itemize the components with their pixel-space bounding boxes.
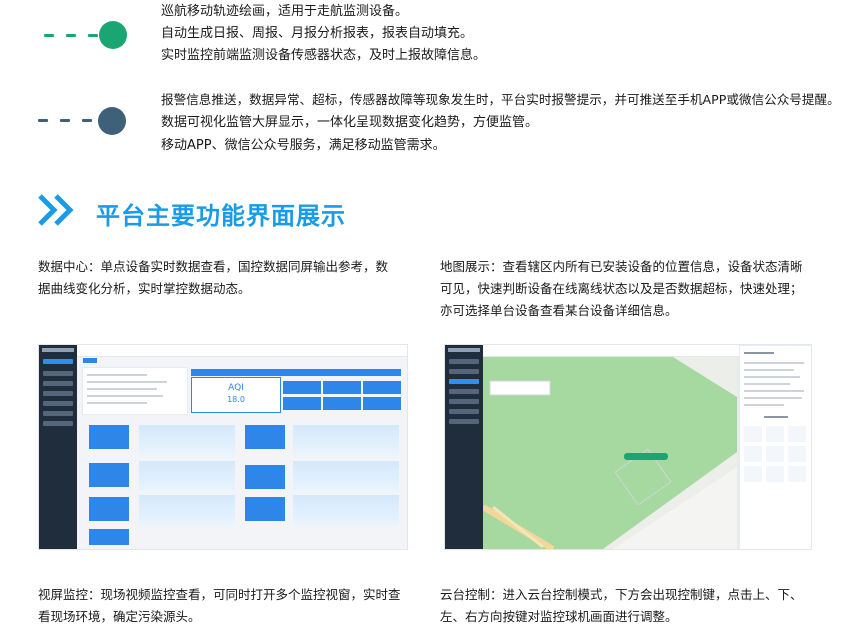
section-title: 平台主要功能界面展示 (96, 202, 346, 230)
metric-tile (245, 497, 285, 521)
green-dot-icon (99, 21, 127, 49)
aqi-value: 18.0 (227, 395, 245, 404)
pollutant-tile (323, 381, 361, 394)
desc-line: 云台控制：进入云台控制模式，下方会出现控制键，点击上、下、 (440, 587, 803, 602)
trend-chart (293, 425, 399, 455)
pollutant-tile (363, 381, 401, 394)
dash-decoration (88, 34, 98, 37)
trend-chart (139, 495, 235, 525)
map-screenshot (444, 344, 812, 550)
dash-decoration (82, 119, 92, 122)
desc-line: 视屏监控：现场视频监控查看，可同时打开多个监控视窗，实时查 (38, 587, 401, 602)
device-detail-panel (739, 345, 811, 549)
desc-line: 亦可选择单台设备查看某台设备详细信息。 (440, 303, 678, 318)
dash-decoration (44, 34, 54, 37)
double-chevron-right-icon (38, 194, 74, 226)
metric-tile (245, 425, 285, 449)
pollutant-tile (283, 397, 321, 410)
ptz-control-description: 云台控制：进入云台控制模式，下方会出现控制键，点击上、下、 左、右方向按键对监控… (440, 584, 840, 628)
dash-decoration (60, 119, 70, 122)
trend-chart (139, 461, 235, 491)
metric-tile (245, 465, 285, 489)
sidebar (39, 345, 77, 549)
aqi-tile: AQI 18.0 (191, 377, 281, 413)
metric-tile (89, 497, 129, 521)
dash-decoration (38, 119, 48, 122)
device-info-card (82, 367, 188, 415)
pollutant-tile (363, 397, 401, 410)
metric-tile (89, 463, 129, 487)
feature-line: 报警信息推送，数据异常、超标，传感器故障等现象发生时，平台实时报警提示，并可推送… (161, 92, 840, 107)
desc-line: 地图展示：查看辖区内所有已安装设备的位置信息，设备状态清晰 (440, 259, 803, 274)
trend-chart (293, 461, 399, 491)
trend-chart (139, 425, 235, 455)
sidebar (445, 345, 483, 549)
aqi-label: AQI (228, 383, 244, 393)
desc-line: 看现场环境，确定污染源头。 (38, 609, 201, 624)
desc-line: 左、右方向按键对监控球机画面进行调整。 (440, 609, 678, 624)
video-monitor-description: 视屏监控：现场视频监控查看，可同时打开多个监控视窗，实时查 看现场环境，确定污染… (38, 584, 418, 628)
feature-line: 实时监控前端监测设备传感器状态，及时上报故障信息。 (161, 48, 487, 63)
data-center-description: 数据中心：单点设备实时数据查看，国控数据同屏输出参考，数 据曲线变化分析，实时掌… (38, 256, 418, 300)
metric-tile (89, 529, 129, 545)
desc-line: 可见，快速判断设备在线离线状态以及是否数据超标，快速处理； (440, 281, 803, 296)
dash-decoration (66, 34, 76, 37)
pollutant-tile (283, 381, 321, 394)
metric-tile (89, 425, 129, 449)
feature-line: 移动APP、微信公众号服务，满足移动监管需求。 (161, 138, 446, 153)
trend-chart (293, 495, 399, 525)
feature-line: 巡航移动轨迹绘画，适用于走航监测设备。 (161, 4, 409, 19)
slate-dot-icon (98, 107, 126, 135)
desc-line: 据曲线变化分析，实时掌控数据动态。 (38, 281, 251, 296)
map-description: 地图展示：查看辖区内所有已安装设备的位置信息，设备状态清晰 可见，快速判断设备在… (440, 256, 840, 322)
feature-line: 自动生成日报、周报、月报分析报表，报表自动填充。 (161, 26, 474, 41)
desc-line: 数据中心：单点设备实时数据查看，国控数据同屏输出参考，数 (38, 259, 389, 274)
pollutant-tile (323, 397, 361, 410)
map-canvas (483, 357, 737, 549)
feature-line: 数据可视化监管大屏显示，一体化呈现数据变化趋势，方便监管。 (161, 115, 539, 130)
topbar (77, 345, 407, 357)
data-center-screenshot: AQI 18.0 (38, 344, 408, 550)
